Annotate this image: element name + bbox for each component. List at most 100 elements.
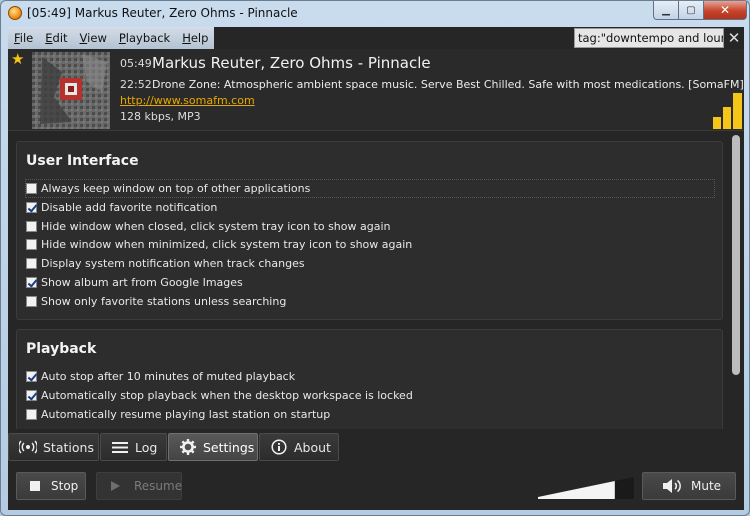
window-title: [05:49] Markus Reuter, Zero Ohms - Pinna… — [27, 6, 298, 20]
user-interface-panel: User Interface Always keep window on top… — [16, 141, 723, 320]
bitrate-format: 128 kbps, MP3 — [120, 110, 201, 123]
option-hide-when-minimized[interactable]: Hide window when minimized, click system… — [26, 236, 412, 253]
option-label: Hide window when closed, click system tr… — [41, 220, 391, 233]
checkbox[interactable] — [26, 390, 37, 401]
resume-button[interactable]: Resume — [96, 472, 182, 500]
tab-log-label: Log — [135, 439, 158, 455]
speaker-icon-svg — [663, 479, 681, 493]
station-description: Drone Zone: Atmospheric ambient space mu… — [152, 78, 744, 91]
menu-help-accel: H — [182, 31, 191, 45]
playback-controls: Stop Resume Mute — [8, 463, 744, 510]
option-album-art-google[interactable]: Show album art from Google Images — [26, 274, 243, 291]
playback-title: Playback — [26, 341, 97, 357]
menu-view[interactable]: View — [74, 27, 113, 49]
option-label: Automatically resume playing last statio… — [41, 408, 331, 421]
maximize-icon: ▢ — [686, 4, 696, 16]
option-label: Always keep window on top of other appli… — [41, 182, 311, 195]
speaker-icon — [663, 478, 683, 494]
playback-panel: Playback Auto stop after 10 minutes of m… — [16, 329, 723, 429]
option-resume-on-startup[interactable]: Automatically resume playing last statio… — [26, 406, 330, 423]
checkbox[interactable] — [26, 183, 37, 194]
option-label: Show album art from Google Images — [41, 276, 243, 289]
stop-button[interactable]: Stop — [16, 472, 86, 500]
minimize-button[interactable]: ▁ — [653, 1, 679, 20]
album-art-image — [32, 52, 110, 129]
menu-help[interactable]: Help — [176, 27, 214, 49]
title-bar[interactable]: [05:49] Markus Reuter, Zero Ohms - Pinna… — [1, 1, 749, 27]
menu-help-label: elp — [190, 31, 209, 45]
option-label: Display system notification when track c… — [41, 257, 305, 270]
tab-about-label: About — [294, 439, 331, 455]
play-icon — [111, 481, 120, 491]
tab-stations[interactable]: Stations — [8, 433, 99, 461]
menu-playback-label: layback — [125, 31, 171, 45]
checkbox[interactable] — [26, 221, 37, 232]
tab-about[interactable]: About — [259, 433, 339, 461]
checkbox[interactable] — [26, 296, 37, 307]
broadcast-icon-svg — [19, 440, 37, 454]
list-icon-svg — [112, 441, 128, 453]
clear-search-icon[interactable]: ✕ — [725, 28, 743, 48]
track-title: Markus Reuter, Zero Ohms - Pinnacle — [152, 54, 431, 72]
maximize-button[interactable]: ▢ — [679, 1, 704, 20]
menu-file[interactable]: File — [8, 27, 39, 49]
settings-scroll-area[interactable]: User Interface Always keep window on top… — [8, 132, 744, 429]
window-controls: ▁ ▢ ✕ — [653, 1, 747, 20]
menu-file-label: ile — [19, 31, 34, 45]
menu-edit-accel: E — [45, 31, 53, 45]
option-track-change-notification[interactable]: Display system notification when track c… — [26, 255, 305, 272]
app-window: [05:49] Markus Reuter, Zero Ohms - Pinna… — [0, 0, 750, 516]
tab-stations-label: Stations — [43, 439, 94, 455]
checkbox[interactable] — [26, 277, 37, 288]
menu-bar: File Edit View Playback Help tag:"downte… — [8, 27, 744, 49]
tab-settings-label: Settings — [203, 439, 255, 455]
option-disable-favorite-notification[interactable]: Disable add favorite notification — [26, 199, 217, 216]
tab-log[interactable]: Log — [100, 433, 167, 461]
checkbox[interactable] — [26, 409, 37, 420]
app-icon[interactable] — [8, 6, 22, 20]
station-url-link[interactable]: http://www.somafm.com — [120, 94, 255, 107]
menu-edit[interactable]: Edit — [39, 27, 73, 49]
mute-button[interactable]: Mute — [642, 472, 736, 500]
option-label: Auto stop after 10 minutes of muted play… — [41, 370, 296, 383]
client-area: File Edit View Playback Help tag:"downte… — [8, 27, 744, 510]
user-interface-title: User Interface — [26, 153, 139, 169]
checkbox[interactable] — [26, 258, 37, 269]
track-time: 05:49 — [120, 57, 152, 70]
search-input[interactable]: tag:"downtempo and lounge" — [574, 28, 724, 48]
mute-label: Mute — [691, 479, 722, 493]
option-hide-when-closed[interactable]: Hide window when closed, click system tr… — [26, 218, 391, 235]
signal-strength-icon — [713, 93, 742, 129]
album-art — [32, 52, 110, 129]
checkbox[interactable] — [26, 239, 37, 250]
now-playing-panel: ★ 05:49 Markus Reuter, Zero Ohms - Pinna… — [8, 49, 744, 131]
menu-strip: File Edit View Playback Help — [8, 27, 215, 49]
menu-view-label: iew — [87, 31, 107, 45]
option-auto-stop-muted[interactable]: Auto stop after 10 minutes of muted play… — [26, 368, 295, 385]
stop-label: Stop — [51, 479, 79, 493]
info-icon — [270, 439, 288, 455]
list-icon — [111, 439, 129, 455]
option-label: Show only favorite stations unless searc… — [41, 295, 287, 308]
menu-playback[interactable]: Playback — [113, 27, 176, 49]
info-icon-svg — [271, 439, 287, 455]
gear-icon-svg — [180, 439, 196, 455]
option-keep-on-top[interactable]: Always keep window on top of other appli… — [25, 179, 715, 198]
gear-icon — [179, 439, 197, 455]
favorite-star-icon[interactable]: ★ — [11, 52, 24, 67]
settings-scrollbar[interactable] — [732, 135, 740, 426]
option-only-favorites[interactable]: Show only favorite stations unless searc… — [26, 293, 286, 310]
close-button[interactable]: ✕ — [704, 1, 747, 20]
option-stop-on-lock[interactable]: Automatically stop playback when the des… — [26, 387, 413, 404]
scrollbar-thumb[interactable] — [732, 135, 740, 375]
checkbox[interactable] — [26, 202, 37, 213]
checkbox[interactable] — [26, 371, 37, 382]
tab-settings[interactable]: Settings — [168, 433, 258, 461]
stop-icon — [30, 481, 40, 491]
menu-playback-accel: P — [118, 31, 126, 45]
minimize-icon: ▁ — [662, 4, 670, 16]
menu-edit-label: dit — [52, 31, 68, 45]
resume-label: Resume — [134, 479, 183, 493]
option-label: Hide window when minimized, click system… — [41, 238, 413, 251]
volume-slider[interactable] — [538, 477, 634, 499]
